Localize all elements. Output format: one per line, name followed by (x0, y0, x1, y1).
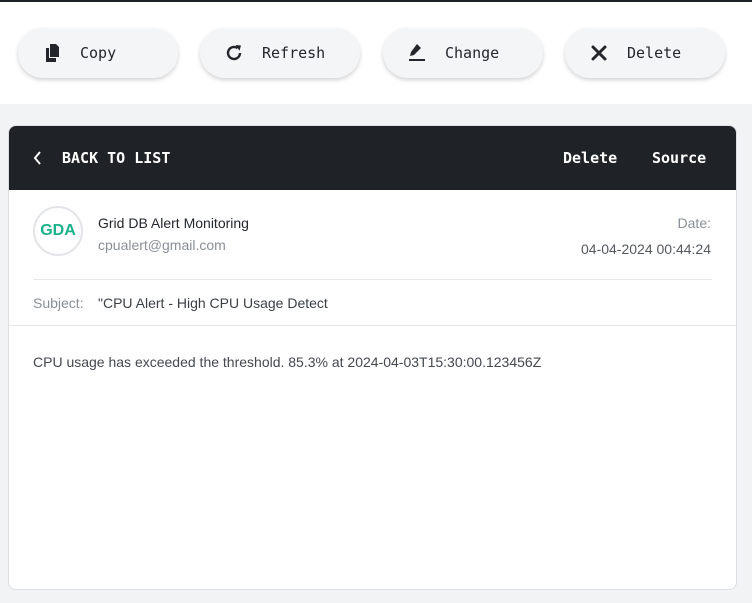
header-delete-button[interactable]: Delete (563, 126, 617, 190)
refresh-button[interactable]: Refresh (200, 28, 360, 78)
header-source-button[interactable]: Source (652, 126, 706, 190)
sender-email: cpualert@gmail.com (98, 237, 226, 253)
sender-divider (33, 279, 712, 280)
message-header-bar: BACK TO LIST Delete Source (9, 126, 736, 190)
back-to-list-label: BACK TO LIST (62, 149, 171, 167)
delete-toolbar-button[interactable]: Delete (565, 28, 725, 78)
change-button-label: Change (445, 44, 500, 62)
date-value: 04-04-2024 00:44:24 (581, 241, 711, 257)
change-button[interactable]: Change (383, 28, 543, 78)
date-label: Date: (677, 215, 711, 231)
close-x-icon (589, 43, 609, 63)
sender-avatar: GDA (33, 206, 83, 256)
message-card: BACK TO LIST Delete Source GDA Grid DB A… (8, 125, 737, 590)
header-source-label: Source (652, 149, 707, 167)
edit-pen-icon (407, 43, 427, 63)
refresh-icon (224, 43, 244, 63)
action-toolbar: Copy Refresh Change Delete (0, 2, 752, 104)
subject-value: "CPU Alert - High CPU Usage Detect (98, 295, 328, 311)
back-to-list-button[interactable]: BACK TO LIST (33, 126, 170, 190)
copy-icon (42, 43, 62, 63)
subject-label: Subject: (33, 295, 84, 311)
refresh-button-label: Refresh (262, 44, 326, 62)
delete-toolbar-button-label: Delete (627, 44, 682, 62)
copy-button-label: Copy (80, 44, 117, 62)
chevron-left-icon (33, 151, 47, 165)
header-delete-label: Delete (563, 149, 618, 167)
copy-button[interactable]: Copy (18, 28, 178, 78)
subject-divider (9, 325, 736, 326)
message-body: CPU usage has exceeded the threshold. 85… (33, 354, 542, 370)
sender-name: Grid DB Alert Monitoring (98, 215, 249, 231)
